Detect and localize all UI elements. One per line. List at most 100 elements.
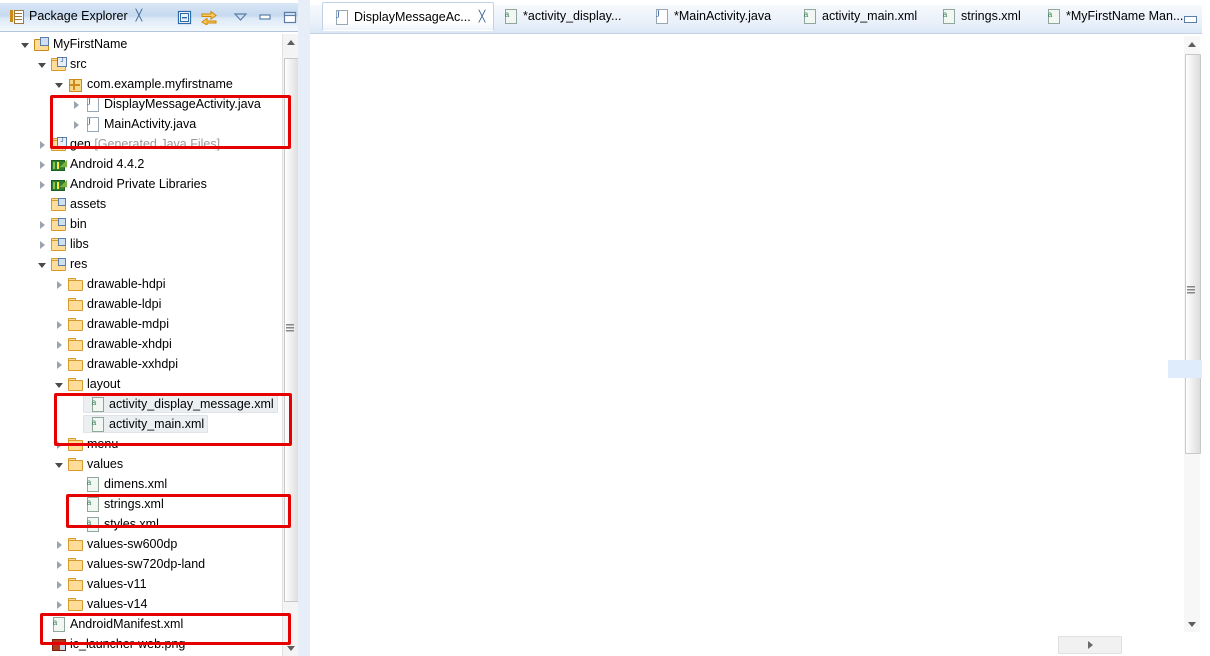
tree-item-libs[interactable]: libs bbox=[0, 234, 282, 254]
tree-item-label: MyFirstName bbox=[53, 37, 128, 51]
chevron-right-icon[interactable] bbox=[37, 179, 48, 190]
editor-canvas[interactable] bbox=[310, 34, 1210, 635]
editor-tab-myfirstname-man[interactable]: a *MyFirstName Man... bbox=[1035, 3, 1191, 28]
tree-item-content: values bbox=[65, 456, 123, 472]
chevron-right-icon[interactable] bbox=[71, 119, 82, 130]
tree-item-android-private-libraries[interactable]: ◢ Android Private Libraries bbox=[0, 174, 282, 194]
editor-tab-activity-display[interactable]: a *activity_display... bbox=[492, 3, 629, 28]
source-folder-icon: J bbox=[50, 136, 67, 152]
editor-tab-mainactivity-java[interactable]: J *MainActivity.java bbox=[643, 3, 779, 28]
link-with-editor-icon[interactable] bbox=[201, 9, 217, 25]
editor-tab-strings-xml[interactable]: a strings.xml bbox=[930, 3, 1029, 28]
folder-plain-icon bbox=[67, 316, 83, 332]
tree-item-drawable-ldpi[interactable]: drawable-ldpi bbox=[0, 294, 282, 314]
xml-file-icon: a bbox=[940, 8, 956, 24]
chevron-down-icon[interactable] bbox=[54, 379, 65, 390]
tree-item-strings-xml[interactable]: a strings.xml bbox=[0, 494, 282, 514]
chevron-right-icon[interactable] bbox=[71, 99, 82, 110]
chevron-right-icon[interactable] bbox=[54, 279, 65, 290]
tree-item-activity-display-message-xml[interactable]: a activity_display_message.xml bbox=[0, 394, 282, 414]
scroll-up-arrow-icon[interactable] bbox=[283, 34, 299, 50]
tree-item-myfirstname[interactable]: MyFirstName bbox=[0, 34, 282, 54]
view-menu-icon[interactable] bbox=[232, 9, 248, 25]
editor-scrollbar-thumb[interactable] bbox=[1185, 54, 1201, 454]
scroll-down-arrow-icon[interactable] bbox=[283, 640, 299, 656]
tree-item-label: AndroidManifest.xml bbox=[70, 617, 184, 631]
chevron-right-icon[interactable] bbox=[54, 559, 65, 570]
tree-item-activity-main-xml[interactable]: a activity_main.xml bbox=[0, 414, 282, 434]
explorer-vertical-scrollbar[interactable] bbox=[282, 34, 300, 656]
tree-item-drawable-xxhdpi[interactable]: drawable-xxhdpi bbox=[0, 354, 282, 374]
panel-sash-divider[interactable] bbox=[298, 0, 310, 656]
tree-item-bin[interactable]: bin bbox=[0, 214, 282, 234]
tree-item-values-sw600dp[interactable]: values-sw600dp bbox=[0, 534, 282, 554]
tree-item-layout[interactable]: layout bbox=[0, 374, 282, 394]
tree-item-label: activity_main.xml bbox=[109, 417, 205, 431]
editor-tab-displaymessageac[interactable]: J DisplayMessageAc... ╳ bbox=[322, 2, 495, 31]
tree-item-content: ◢ Android 4.4.2 bbox=[48, 156, 144, 172]
tree-item-androidmanifest-xml[interactable]: a AndroidManifest.xml bbox=[0, 614, 282, 634]
chevron-right-icon[interactable] bbox=[37, 219, 48, 230]
chevron-down-icon[interactable] bbox=[37, 59, 48, 70]
folder-plain-icon bbox=[67, 536, 83, 552]
tree-item-com-example-myfirstname[interactable]: com.example.myfirstname bbox=[0, 74, 282, 94]
chevron-right-icon[interactable] bbox=[54, 579, 65, 590]
tree-item-menu[interactable]: menu bbox=[0, 434, 282, 454]
chevron-right-icon[interactable] bbox=[37, 159, 48, 170]
editor-tab-activity-main-xml[interactable]: a activity_main.xml bbox=[791, 3, 925, 28]
tree-item-drawable-xhdpi[interactable]: drawable-xhdpi bbox=[0, 334, 282, 354]
tree-item-label: gen [Generated Java Files] bbox=[70, 137, 221, 151]
chevron-right-icon[interactable] bbox=[54, 439, 65, 450]
tree-item-content: bin bbox=[48, 216, 87, 232]
chevron-down-icon[interactable] bbox=[37, 259, 48, 270]
minimize-icon[interactable] bbox=[257, 9, 273, 25]
tree-item-values-v14[interactable]: values-v14 bbox=[0, 594, 282, 614]
editor-minimize-button[interactable] bbox=[1182, 13, 1198, 25]
tree-item-values-sw720dp-land[interactable]: values-sw720dp-land bbox=[0, 554, 282, 574]
tree-item-src[interactable]: Jsrc bbox=[0, 54, 282, 74]
tree-item-label: values bbox=[87, 457, 124, 471]
window-right-edge bbox=[1202, 0, 1210, 656]
tree-item-displaymessageactivity-java[interactable]: J DisplayMessageActivity.java bbox=[0, 94, 282, 114]
chevron-right-icon[interactable] bbox=[54, 599, 65, 610]
tree-item-drawable-hdpi[interactable]: drawable-hdpi bbox=[0, 274, 282, 294]
folder-plain-icon bbox=[67, 356, 83, 372]
tree-item-ic-launcher-web-png[interactable]: ic_launcher-web.png bbox=[0, 634, 282, 654]
scroll-right-arrow-icon[interactable] bbox=[1088, 641, 1093, 649]
tree-item-label: libs bbox=[70, 237, 89, 251]
chevron-right-icon[interactable] bbox=[54, 319, 65, 330]
close-icon[interactable]: ╳ bbox=[136, 9, 143, 22]
chevron-down-icon[interactable] bbox=[54, 79, 65, 90]
collapse-all-icon[interactable] bbox=[176, 9, 192, 25]
editor-vertical-scrollbar[interactable] bbox=[1184, 36, 1201, 632]
tree-item-drawable-mdpi[interactable]: drawable-mdpi bbox=[0, 314, 282, 334]
chevron-down-icon[interactable] bbox=[20, 39, 31, 50]
editor-area: J DisplayMessageAc... ╳ a *activity_display.… bbox=[310, 0, 1210, 656]
chevron-right-icon[interactable] bbox=[37, 139, 48, 150]
chevron-right-icon[interactable] bbox=[54, 339, 65, 350]
maximize-icon[interactable] bbox=[282, 9, 298, 25]
chevron-right-icon[interactable] bbox=[37, 239, 48, 250]
tree-item-values-v11[interactable]: values-v11 bbox=[0, 574, 282, 594]
tree-item-assets[interactable]: assets bbox=[0, 194, 282, 214]
tree-item-android-4-4-2[interactable]: ◢ Android 4.4.2 bbox=[0, 154, 282, 174]
tree-item-styles-xml[interactable]: a styles.xml bbox=[0, 514, 282, 534]
chevron-right-icon[interactable] bbox=[54, 359, 65, 370]
tree-item-label: drawable-ldpi bbox=[87, 297, 162, 311]
tree-item-mainactivity-java[interactable]: J MainActivity.java bbox=[0, 114, 282, 134]
scroll-down-arrow-icon[interactable] bbox=[1184, 616, 1200, 632]
chevron-right-icon[interactable] bbox=[54, 539, 65, 550]
scroll-up-arrow-icon[interactable] bbox=[1184, 36, 1200, 52]
tree-item-values[interactable]: values bbox=[0, 454, 282, 474]
tree-item-dimens-xml[interactable]: a dimens.xml bbox=[0, 474, 282, 494]
close-icon[interactable]: ╳ bbox=[479, 10, 486, 23]
chevron-down-icon[interactable] bbox=[54, 459, 65, 470]
tree-item-res[interactable]: res bbox=[0, 254, 282, 274]
editor-horizontal-scrollbar[interactable] bbox=[1058, 636, 1122, 654]
tab-package-explorer[interactable]: Package Explorer ╳ bbox=[0, 3, 148, 28]
project-tree[interactable]: MyFirstName Jsrc com.example.myfirstname J D… bbox=[0, 34, 282, 656]
tree-item-content: ◢ Android Private Libraries bbox=[48, 176, 207, 192]
tree-item-gen[interactable]: Jgen [Generated Java Files] bbox=[0, 134, 282, 154]
